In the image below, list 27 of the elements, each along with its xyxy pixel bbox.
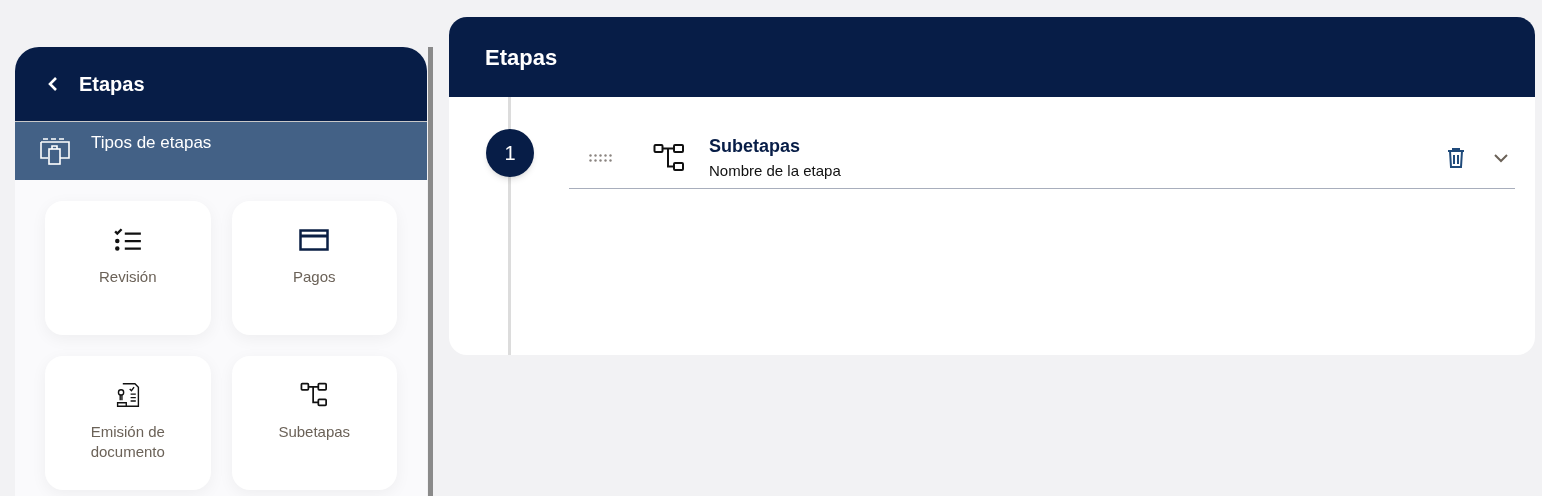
sidebar-title: Etapas [79,72,145,97]
stage-type-card[interactable]: Emisión de documento [45,356,211,490]
stage-type-card[interactable]: Revisión [45,201,211,335]
hierarchy-icon [653,142,685,173]
delete-button[interactable] [1447,147,1465,168]
card-label: Pagos [291,267,337,287]
panel-title: Etapas [485,43,558,72]
section-item[interactable]: Tipos de etapas [15,122,427,180]
trash-icon [1447,147,1465,168]
checklist-icon [112,227,143,253]
stage-type-card[interactable]: Pagos [231,201,397,335]
back-button[interactable] [47,76,59,92]
step-number: 1 [486,129,534,177]
scrollbar[interactable] [428,47,433,496]
stage-type-card[interactable]: Subetapas [231,356,397,490]
stacked-boxes-icon [39,136,71,166]
drag-handle-icon[interactable] [589,153,613,162]
card-label: Emisión de documento [89,422,166,462]
card-label: Subetapas [277,422,352,442]
chevron-icon [1493,152,1509,163]
credit-card-icon [299,227,330,253]
hierarchy-icon [299,382,330,408]
stage-title: Subetapas [709,134,802,158]
expand-button[interactable] [1493,152,1509,163]
card-label: Revisión [98,267,158,287]
stage-subtitle: Nombre de la etapa [709,160,842,181]
back-icon [47,76,59,92]
